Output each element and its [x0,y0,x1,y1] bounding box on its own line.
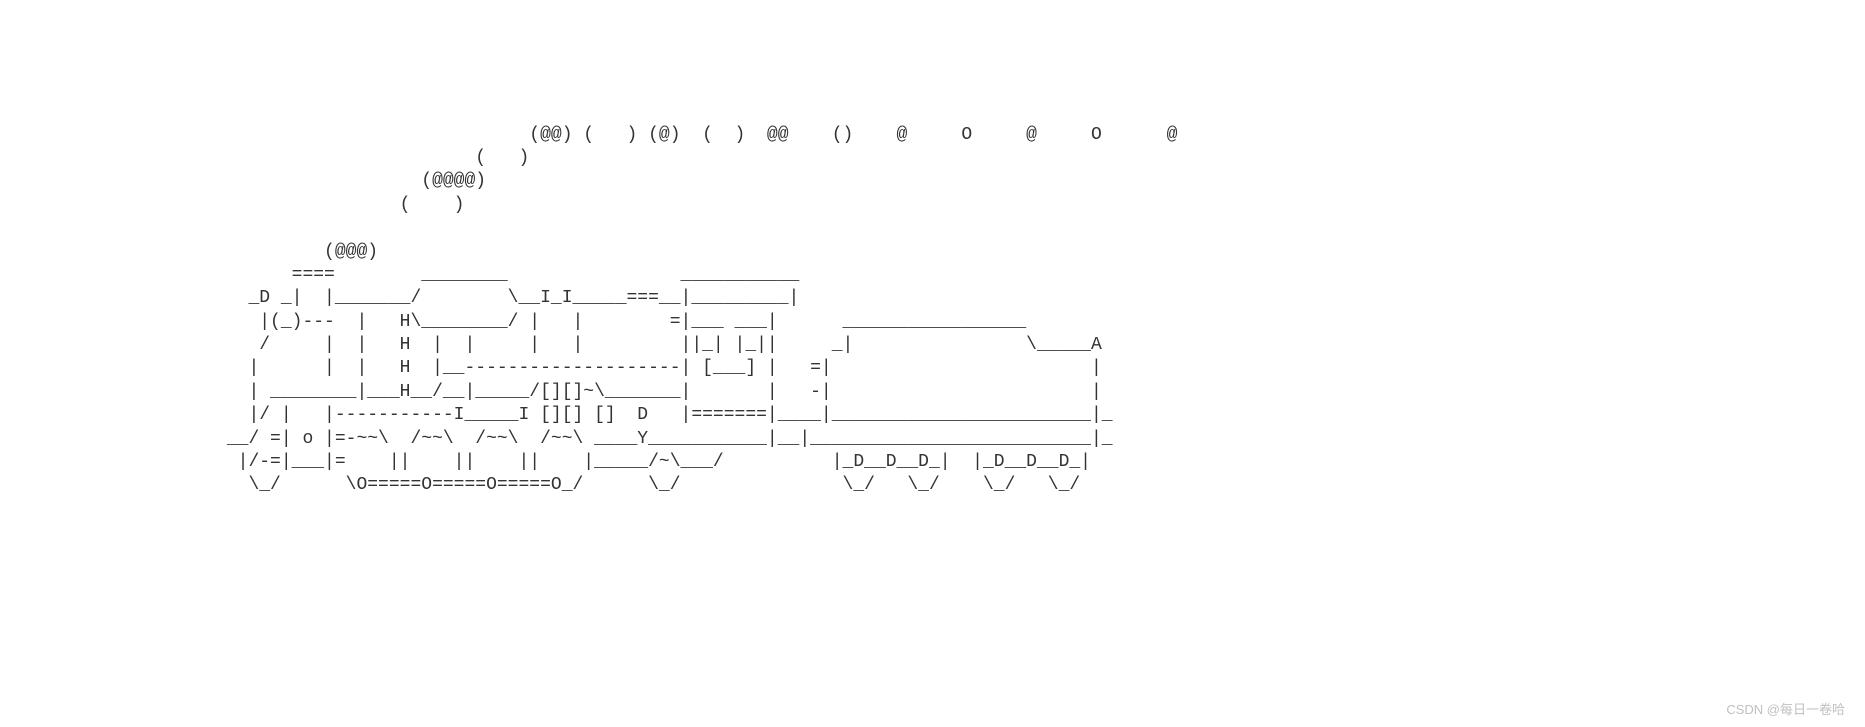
ascii-line-9: / | | H | | | | ||_| |_|| _| \_____A [0,335,1102,355]
ascii-line-8: |(_)--- | H\________/ | | =|___ ___| ___… [0,312,1026,332]
ascii-line-2: (@@@@) [0,171,486,191]
ascii-line-1: ( ) [0,148,529,168]
ascii-line-14: |/-=|___|= || || || |_____/~\___/ |_D__D… [0,452,1091,472]
ascii-train-art: (@@) ( ) (@) ( ) @@ () @ O @ O @ ( ) (@@… [0,94,1865,498]
ascii-line-15: \_/ \O=====O=====O=====O_/ \_/ \_/ \_/ \… [0,475,1080,495]
ascii-line-0: (@@) ( ) (@) ( ) @@ () @ O @ O @ [0,125,1177,145]
ascii-line-10: | | | H |__--------------------| [___] |… [0,358,1102,378]
ascii-line-5: (@@@) [0,242,378,262]
ascii-line-6: ==== ________ ___________ [0,265,799,285]
ascii-line-13: __/ =| o |=-~~\ /~~\ /~~\ /~~\ ____Y____… [0,429,1113,449]
ascii-line-3: ( ) [0,195,464,215]
ascii-line-11: | ________|___H__/__|_____/[][]~\_______… [0,382,1102,402]
watermark-text: CSDN @每日一卷哈 [1726,702,1845,719]
ascii-line-12: |/ | |-----------I_____I [][] [] D |====… [0,405,1113,425]
ascii-line-7: _D _| |_______/ \__I_I_____===__|_______… [0,288,799,308]
